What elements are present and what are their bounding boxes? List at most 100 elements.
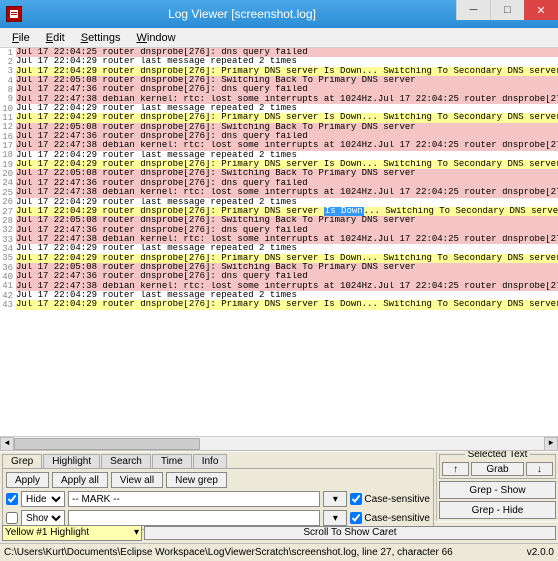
menu-edit[interactable]: Edit xyxy=(38,30,73,46)
menu-file[interactable]: File xyxy=(4,30,38,46)
menu-settings[interactable]: Settings xyxy=(73,30,129,46)
view-all-button[interactable]: View all xyxy=(111,472,163,488)
filter1-input[interactable] xyxy=(68,491,320,507)
log-line[interactable]: 26Jul 17 22:04:29 router last message re… xyxy=(0,198,558,207)
apply-all-button[interactable]: Apply all xyxy=(52,472,108,488)
line-content: Jul 17 22:04:29 router dnsprobe[276]: Pr… xyxy=(16,207,558,216)
log-line[interactable]: 43Jul 17 22:04:29 router dnsprobe[276]: … xyxy=(0,300,558,309)
case-sensitive-label: Case-sensitive xyxy=(364,513,430,524)
log-line[interactable]: 25Jul 17 22:47:38 debian kernel: rtc: lo… xyxy=(0,188,558,197)
line-content: Jul 17 22:04:29 router dnsprobe[276]: Pr… xyxy=(16,113,558,122)
line-content: Jul 17 22:04:29 router last message repe… xyxy=(16,244,558,253)
log-line[interactable]: 3Jul 17 22:04:29 router dnsprobe[276]: P… xyxy=(0,67,558,76)
scroll-right-icon[interactable]: ► xyxy=(544,437,558,451)
move-up-button[interactable]: ↑ xyxy=(442,462,469,476)
grep-tab-body: Apply Apply all View all New grep Hide ▾… xyxy=(2,468,434,530)
apply-button[interactable]: Apply xyxy=(6,472,49,488)
log-line[interactable]: 1Jul 17 22:04:25 router dnsprobe[276]: d… xyxy=(0,48,558,57)
log-line[interactable]: 2Jul 17 22:04:29 router last message rep… xyxy=(0,57,558,66)
highlight-select-value: Yellow #1 Highlight xyxy=(5,527,89,538)
line-content: Jul 17 22:47:38 debian kernel: rtc: lost… xyxy=(16,95,558,104)
scroll-thumb[interactable] xyxy=(14,438,200,450)
filter1-case-checkbox[interactable] xyxy=(350,493,362,505)
filter1-enable-checkbox[interactable] xyxy=(6,493,18,505)
line-content: Jul 17 22:47:38 debian kernel: rtc: lost… xyxy=(16,188,558,197)
log-line[interactable]: 24Jul 17 22:47:36 router dnsprobe[276]: … xyxy=(0,179,558,188)
tab-strip: Grep Highlight Search Time Info xyxy=(2,454,434,468)
filter-row-1: Hide ▾ Case-sensitive xyxy=(6,491,430,507)
highlight-select[interactable]: Yellow #1 Highlight ▾ xyxy=(2,525,142,541)
log-line[interactable]: 10Jul 17 22:04:29 router last message re… xyxy=(0,104,558,113)
status-version: v2.0.0 xyxy=(527,547,554,558)
log-line[interactable]: 36Jul 17 22:05:08 router dnsprobe[276]: … xyxy=(0,263,558,272)
maximize-button[interactable]: □ xyxy=(490,0,524,20)
line-content: Jul 17 22:04:29 router last message repe… xyxy=(16,57,558,66)
log-line[interactable]: 8Jul 17 22:47:36 router dnsprobe[276]: d… xyxy=(0,85,558,94)
log-line[interactable]: 18Jul 17 22:04:29 router last message re… xyxy=(0,151,558,160)
filter1-dropdown-button[interactable]: ▾ xyxy=(323,491,347,507)
line-content: Jul 17 22:47:36 router dnsprobe[276]: dn… xyxy=(16,85,558,94)
tab-highlight[interactable]: Highlight xyxy=(43,454,100,468)
case-sensitive-label: Case-sensitive xyxy=(364,494,430,505)
line-content: Jul 17 22:05:08 router dnsprobe[276]: Sw… xyxy=(16,169,558,178)
grep-show-button[interactable]: Grep - Show xyxy=(439,481,556,499)
tab-search[interactable]: Search xyxy=(101,454,151,468)
log-line[interactable]: 35Jul 17 22:04:29 router dnsprobe[276]: … xyxy=(0,254,558,263)
scroll-left-icon[interactable]: ◄ xyxy=(0,437,14,451)
line-content: Jul 17 22:05:08 router dnsprobe[276]: Sw… xyxy=(16,263,558,272)
titlebar: Log Viewer [screenshot.log] ─ □ ✕ xyxy=(0,0,558,28)
log-line[interactable]: 42Jul 17 22:04:29 router last message re… xyxy=(0,291,558,300)
log-line[interactable]: 16Jul 17 22:47:36 router dnsprobe[276]: … xyxy=(0,132,558,141)
line-content: Jul 17 22:47:38 debian kernel: rtc: lost… xyxy=(16,235,558,244)
new-grep-button[interactable]: New grep xyxy=(166,472,227,488)
log-line[interactable]: 19Jul 17 22:04:29 router dnsprobe[276]: … xyxy=(0,160,558,169)
close-button[interactable]: ✕ xyxy=(524,0,558,20)
line-content: Jul 17 22:04:29 router last message repe… xyxy=(16,198,558,207)
log-line[interactable]: 34Jul 17 22:04:29 router last message re… xyxy=(0,244,558,253)
log-view[interactable]: 1Jul 17 22:04:25 router dnsprobe[276]: d… xyxy=(0,48,558,451)
line-content: Jul 17 22:04:29 router dnsprobe[276]: Pr… xyxy=(16,67,558,76)
log-line[interactable]: 40Jul 17 22:47:36 router dnsprobe[276]: … xyxy=(0,272,558,281)
log-line[interactable]: 17Jul 17 22:47:38 debian kernel: rtc: lo… xyxy=(0,141,558,150)
horizontal-scrollbar[interactable]: ◄ ► xyxy=(0,436,558,450)
window-title: Log Viewer [screenshot.log] xyxy=(28,7,456,21)
tab-time[interactable]: Time xyxy=(152,454,192,468)
line-content: Jul 17 22:47:36 router dnsprobe[276]: dn… xyxy=(16,226,558,235)
log-line[interactable]: 12Jul 17 22:05:08 router dnsprobe[276]: … xyxy=(0,123,558,132)
line-content: Jul 17 22:47:38 debian kernel: rtc: lost… xyxy=(16,141,558,150)
line-content: Jul 17 22:47:36 router dnsprobe[276]: dn… xyxy=(16,272,558,281)
app-icon xyxy=(6,6,22,22)
log-line[interactable]: 9Jul 17 22:47:38 debian kernel: rtc: los… xyxy=(0,95,558,104)
line-content: Jul 17 22:05:08 router dnsprobe[276]: Sw… xyxy=(16,76,558,85)
log-line[interactable]: 27Jul 17 22:04:29 router dnsprobe[276]: … xyxy=(0,207,558,216)
line-content: Jul 17 22:47:36 router dnsprobe[276]: dn… xyxy=(16,132,558,141)
line-content: Jul 17 22:04:29 router last message repe… xyxy=(16,151,558,160)
log-line[interactable]: 20Jul 17 22:05:08 router dnsprobe[276]: … xyxy=(0,169,558,178)
log-line[interactable]: 32Jul 17 22:47:36 router dnsprobe[276]: … xyxy=(0,226,558,235)
line-content: Jul 17 22:05:08 router dnsprobe[276]: Sw… xyxy=(16,123,558,132)
log-line[interactable]: 28Jul 17 22:05:08 router dnsprobe[276]: … xyxy=(0,216,558,225)
chevron-down-icon: ▾ xyxy=(134,527,139,538)
filter2-enable-checkbox[interactable] xyxy=(6,512,18,524)
line-content: Jul 17 22:04:29 router last message repe… xyxy=(16,104,558,113)
move-down-button[interactable]: ↓ xyxy=(526,462,553,476)
tab-grep[interactable]: Grep xyxy=(2,454,42,468)
filter2-case-checkbox[interactable] xyxy=(350,512,362,524)
line-content: Jul 17 22:04:29 router last message repe… xyxy=(16,291,558,300)
log-line[interactable]: 4Jul 17 22:05:08 router dnsprobe[276]: S… xyxy=(0,76,558,85)
tab-info[interactable]: Info xyxy=(193,454,228,468)
grab-button[interactable]: Grab xyxy=(471,462,524,476)
scroll-to-caret-button[interactable]: Scroll To Show Caret xyxy=(144,526,556,540)
minimize-button[interactable]: ─ xyxy=(456,0,490,20)
log-line[interactable]: 11Jul 17 22:04:29 router dnsprobe[276]: … xyxy=(0,113,558,122)
line-content: Jul 17 22:04:29 router dnsprobe[276]: Pr… xyxy=(16,300,558,309)
filter2-dropdown-button[interactable]: ▾ xyxy=(323,510,347,526)
grep-hide-button[interactable]: Grep - Hide xyxy=(439,501,556,519)
statusbar: C:\Users\Kurt\Documents\Eclipse Workspac… xyxy=(0,543,558,561)
selected-text-group: Selected Text ↑ Grab ↓ xyxy=(439,454,556,479)
log-line[interactable]: 33Jul 17 22:47:38 debian kernel: rtc: lo… xyxy=(0,235,558,244)
menu-window[interactable]: Window xyxy=(128,30,183,46)
text-selection: Is Down xyxy=(324,207,364,216)
filter1-mode-select[interactable]: Hide xyxy=(21,491,65,507)
log-line[interactable]: 41Jul 17 22:47:38 debian kernel: rtc: lo… xyxy=(0,282,558,291)
